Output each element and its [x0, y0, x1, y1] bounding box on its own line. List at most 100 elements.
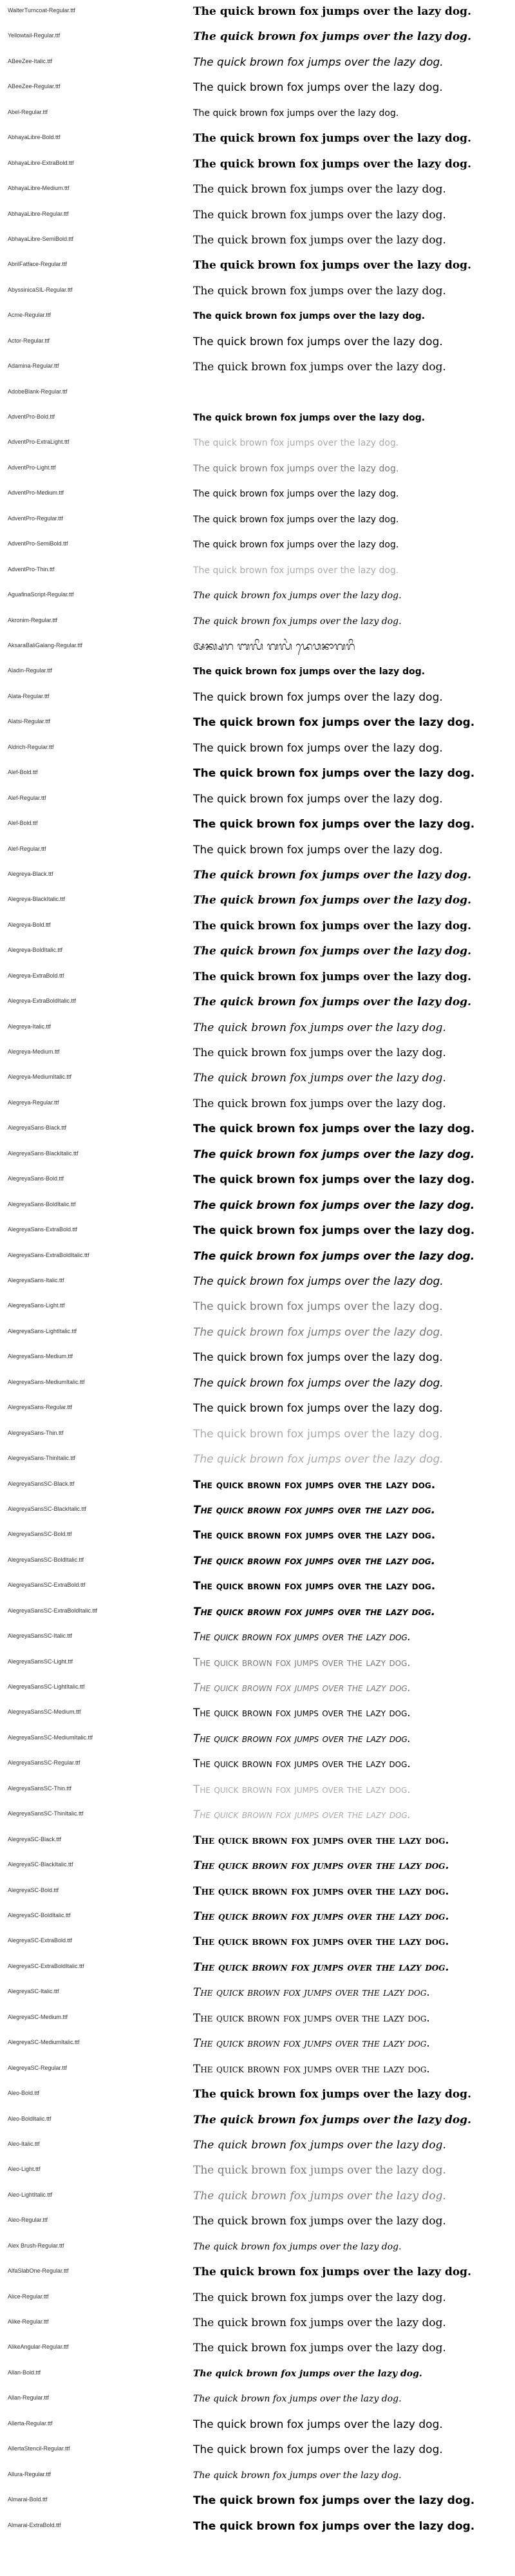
font-row: AlegreyaSC-Italic.ttf The quick brown fox…: [0, 1981, 515, 2006]
font-sample-text: The quick brown fox jumps over the lazy …: [193, 463, 399, 474]
font-file-name: AlegreyaSans-Bold.ttf: [8, 1175, 64, 1182]
font-sample-text: The quick brown fox jumps over the lazy …: [193, 868, 471, 882]
font-file-name: AlegreyaSC-Italic.ttf: [8, 1988, 59, 1995]
font-row: AlegreyaSC-ExtraBoldItalic.ttf The quick …: [0, 1956, 515, 1981]
font-sample-text: The quick brown fox jumps over the lazy …: [193, 1910, 449, 1923]
font-row: AdventPro-Medium.ttf The quick brown fox …: [0, 482, 515, 507]
font-file-name: Alegreya-MediumItalic.ttf: [8, 1074, 72, 1081]
font-sample-text: The quick brown fox jumps over the lazy …: [193, 55, 444, 69]
font-file-name: ABeeZee-Italic.ttf: [8, 57, 53, 64]
font-sample-text: The quick brown fox jumps over the lazy …: [193, 1148, 475, 1161]
font-row: Alef-Bold.ttf The quick brown fox jumps o…: [0, 813, 515, 838]
font-file-name: AlegreyaSC-Regular.ttf: [8, 2064, 68, 2071]
font-file-name: Aleo-Light.ttf: [8, 2166, 41, 2173]
font-sample-text: The quick brown fox jumps over the lazy …: [193, 616, 402, 627]
font-sample-text: The quick brown fox jumps over the lazy …: [193, 361, 446, 374]
font-row: Aladin-Regular.ttf The quick brown fox ju…: [0, 660, 515, 685]
font-sample-text: The quick brown fox jumps over the lazy …: [193, 311, 426, 322]
font-file-name: AlegreyaSansSC-LightItalic.ttf: [8, 1683, 85, 1690]
font-sample-text: The quick brown fox jumps over the lazy …: [193, 2062, 430, 2076]
font-sample-text: The quick brown fox jumps over the lazy …: [193, 514, 399, 525]
font-row: AlikeAngular-Regular.ttf The quick brown …: [0, 2336, 515, 2362]
font-file-name: AbhayaLibre-Bold.ttf: [8, 134, 61, 141]
font-file-name: AlegreyaSansSC-Light.ttf: [8, 1658, 73, 1665]
font-file-name: AlegreyaSans-Italic.ttf: [8, 1277, 64, 1283]
font-file-name: AdventPro-Medium.ttf: [8, 489, 64, 497]
font-sample-text: The quick brown fox jumps over the lazy …: [193, 1198, 475, 1212]
font-file-name: Alegreya-ExtraBoldItalic.ttf: [8, 998, 77, 1005]
font-file-name: AdobeBlank-Regular.ttf: [8, 388, 68, 395]
font-file-name: AlegreyaSans-Thin.ttf: [8, 1429, 64, 1436]
font-file-name: Allan-Bold.ttf: [8, 2369, 41, 2376]
font-row: AllertaStencil-Regular.ttf The quick brow…: [0, 2438, 515, 2463]
font-sample-text: The quick brown fox jumps over the lazy …: [193, 1935, 449, 1949]
font-row: AdventPro-SemiBold.ttf The quick brown fo…: [0, 533, 515, 558]
font-sample-text: The quick brown fox jumps over the lazy …: [193, 1021, 446, 1034]
font-sample-text: The quick brown fox jumps over the lazy …: [193, 1478, 436, 1492]
font-row: Almarai-ExtraBold.ttf The quick brown fox…: [0, 2515, 515, 2540]
font-sample-text: The quick brown fox jumps over the lazy …: [193, 1097, 446, 1110]
font-row: WalterTurncoat-Regular.ttf The quick brow…: [0, 0, 515, 25]
font-sample-text: The quick brown fox jumps over the lazy …: [193, 30, 471, 44]
font-row: AbhayaLibre-SemiBold.ttf The quick brown …: [0, 229, 515, 254]
font-file-name: Aleo-Bold.ttf: [8, 2090, 40, 2097]
font-sample-text: The quick brown fox jumps over the lazy …: [193, 183, 446, 196]
font-row: Aleo-Light.ttf The quick brown fox jumps …: [0, 2159, 515, 2184]
font-row: Akronim-Regular.ttf The quick brown fox j…: [0, 610, 515, 635]
font-file-name: AbyssinicaSIL-Regular.ttf: [8, 286, 73, 293]
font-file-name: Almarai-ExtraBold.ttf: [8, 2521, 61, 2528]
font-file-name: Akronim-Regular.ttf: [8, 616, 58, 623]
font-file-name: AlegreyaSansSC-BlackItalic.ttf: [8, 1505, 87, 1512]
font-row: Abel-Regular.ttf The quick brown fox jump…: [0, 102, 515, 127]
font-file-name: Abel-Regular.ttf: [8, 108, 48, 115]
font-file-name: AlegreyaSansSC-Black.ttf: [8, 1480, 75, 1487]
font-row: Alegreya-Bold.ttf The quick brown fox jum…: [0, 914, 515, 940]
font-sample-text: The quick brown fox jumps over the lazy …: [193, 1884, 449, 1898]
font-file-name: AlegreyaSansSC-Medium.ttf: [8, 1709, 81, 1716]
font-file-name: Allan-Regular.ttf: [8, 2394, 50, 2401]
font-file-name: AlfaSlabOne-Regular.ttf: [8, 2268, 69, 2275]
font-row: AdventPro-Regular.ttf The quick brown fox…: [0, 508, 515, 533]
font-row: AdobeBlank-Regular.ttf: [0, 381, 515, 406]
font-sample-text: The quick brown fox jumps over the lazy …: [193, 2316, 446, 2330]
font-file-name: AlegreyaSans-ExtraBold.ttf: [8, 1226, 78, 1233]
font-sample-text: The quick brown fox jumps over the lazy …: [193, 1122, 475, 1136]
font-file-name: AlegreyaSans-ExtraBoldItalic.ttf: [8, 1251, 89, 1258]
font-row: AlegreyaSans-ExtraBoldItalic.ttf The quic…: [0, 1245, 515, 1270]
font-file-name: Aleo-Italic.ttf: [8, 2140, 40, 2147]
font-row: AlegreyaSans-ThinItalic.ttf The quick bro…: [0, 1448, 515, 1473]
font-file-name: Acme-Regular.ttf: [8, 312, 52, 319]
font-sample-text: The quick brown fox jumps over the lazy …: [193, 1681, 411, 1695]
font-row: AlegreyaSans-Black.ttf The quick brown fo…: [0, 1117, 515, 1142]
font-row: AbyssinicaSIL-Regular.ttf The quick brown…: [0, 279, 515, 305]
font-row: AksaraBaliGalang-Regular.ttf ᬅᬓ᭄ᬱᬭ ᬩᬮᬶ ᬕᬮ…: [0, 635, 515, 660]
font-sample-text: The quick brown fox jumps over the lazy …: [193, 208, 446, 222]
font-sample-text: The quick brown fox jumps over the lazy …: [193, 335, 443, 348]
font-row: Alata-Regular.ttf The quick brown fox jum…: [0, 686, 515, 711]
font-file-name: Almarai-Bold.ttf: [8, 2496, 48, 2503]
font-row: Allan-Bold.ttf The quick brown fox jumps …: [0, 2362, 515, 2387]
font-file-name: Alegreya-BoldItalic.ttf: [8, 947, 63, 954]
font-row: AbhayaLibre-ExtraBold.ttf The quick brown…: [0, 153, 515, 178]
font-sample-text: The quick brown fox jumps over the lazy …: [193, 1325, 444, 1339]
font-file-name: AllertaStencil-Regular.ttf: [8, 2445, 70, 2452]
font-file-name: AlegreyaSans-Black.ttf: [8, 1124, 67, 1132]
font-sample-text: The quick brown fox jumps over the lazy …: [193, 1503, 436, 1517]
font-file-name: AlegreyaSansSC-ThinItalic.ttf: [8, 1810, 84, 1817]
font-row: AlegreyaSans-BlackItalic.ttf The quick br…: [0, 1143, 515, 1168]
font-sample-text: The quick brown fox jumps over the lazy …: [193, 792, 443, 806]
font-row: AlegreyaSans-Regular.ttf The quick brown …: [0, 1397, 515, 1422]
font-sample-text: The quick brown fox jumps over the lazy …: [193, 1656, 411, 1669]
font-row: AlegreyaSC-Black.ttf The quick brown fox …: [0, 1829, 515, 1854]
font-file-name: AdventPro-ExtraLight.ttf: [8, 439, 70, 446]
font-file-name: Allura-Regular.ttf: [8, 2470, 52, 2477]
font-sample-text: The quick brown fox jumps over the lazy …: [193, 2368, 422, 2379]
font-row: AlegreyaSC-Regular.ttf The quick brown fo…: [0, 2058, 515, 2083]
font-file-name: Allerta-Regular.ttf: [8, 2420, 53, 2427]
font-file-name: AlegreyaSansSC-ExtraBoldItalic.ttf: [8, 1607, 98, 1614]
font-row: AdventPro-Thin.ttf The quick brown fox ju…: [0, 559, 515, 584]
font-sample-text: The quick brown fox jumps over the lazy …: [193, 1605, 436, 1618]
font-sample-text: The quick brown fox jumps over the lazy …: [193, 741, 443, 755]
font-file-name: AbhayaLibre-ExtraBold.ttf: [8, 159, 74, 166]
font-row: AlegreyaSC-BlackItalic.ttf The quick brow…: [0, 1854, 515, 1879]
